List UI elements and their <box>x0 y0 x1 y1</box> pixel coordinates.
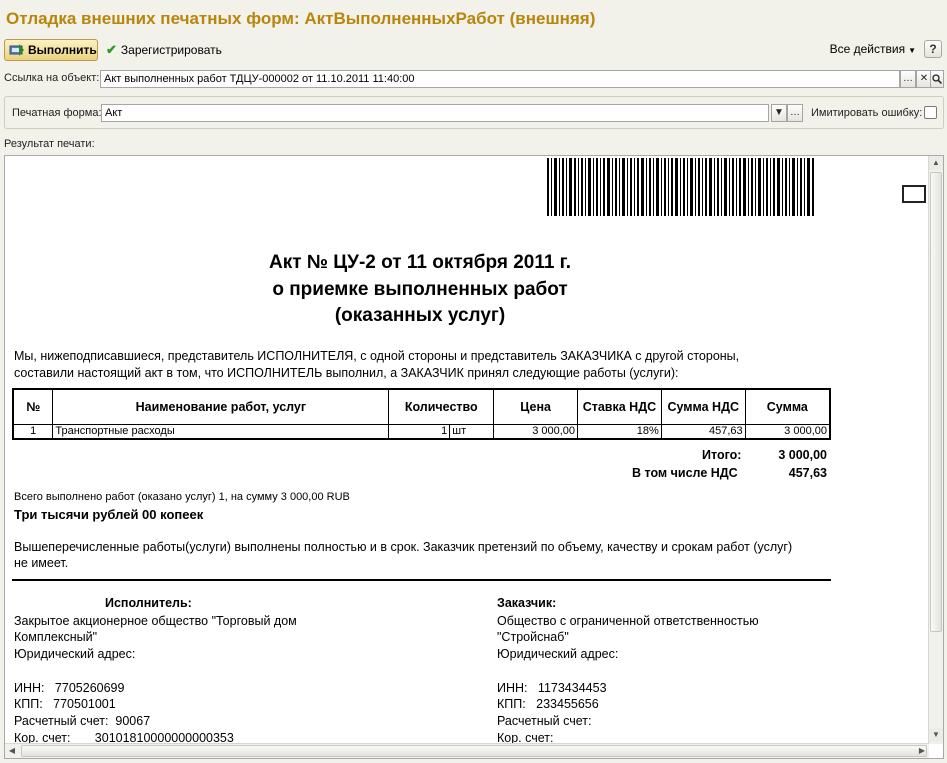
statement-text-2: не имеет. <box>14 556 69 570</box>
document-subtitle: о приемке выполненных работ <box>272 279 568 300</box>
barcode-image <box>547 158 814 216</box>
intro-text-1: Мы, нижеподписавшиеся, представитель ИСП… <box>14 349 740 363</box>
print-result-spreadsheet[interactable]: Акт № ЦУ-2 от 11 октября 2011 г. о прием… <box>4 155 944 759</box>
executor-account: Расчетный счет: 90067 <box>14 714 151 728</box>
register-label: Зарегистрировать <box>120 43 222 57</box>
all-actions-menu[interactable]: Все действия ▼ <box>830 42 916 56</box>
executor-kpp: КПП: 770501001 <box>14 697 116 711</box>
column-header: Ставка НДС <box>577 388 662 425</box>
row-sum: 3 000,00 <box>744 423 831 440</box>
vat-value: 457,63 <box>788 466 827 480</box>
executor-inn: ИНН: 7705260699 <box>14 681 125 695</box>
toolbar: Выполнить ✔ Зарегистрировать Все действи… <box>4 39 944 61</box>
all-actions-label: Все действия <box>829 42 906 56</box>
execute-button[interactable]: Выполнить <box>4 39 98 61</box>
total-value: 3 000,00 <box>778 448 827 462</box>
horizontal-scroll-thumb[interactable] <box>21 745 927 757</box>
customer-inn: ИНН: 1173434453 <box>497 681 607 695</box>
object-link-row: Ссылка на объект: Акт выполненных работ … <box>4 70 944 88</box>
customer-kpp: КПП: 233455656 <box>497 697 599 711</box>
scroll-left-icon[interactable]: ◀ <box>5 744 19 758</box>
row-number: 1 <box>12 423 54 440</box>
column-header: Количество <box>388 388 495 425</box>
vertical-scrollbar[interactable]: ▲ ▼ <box>928 156 943 744</box>
divider <box>12 579 831 581</box>
customer-account: Расчетный счет: <box>497 714 592 728</box>
checkmark-icon: ✔ <box>106 42 117 57</box>
horizontal-scrollbar[interactable]: ◀ ▶ <box>5 743 929 758</box>
window-title: Отладка внешних печатных форм: АктВыполн… <box>6 9 596 28</box>
selected-cell[interactable] <box>902 185 926 203</box>
customer-heading: Заказчик: <box>497 596 557 610</box>
printed-document: Акт № ЦУ-2 от 11 октября 2011 г. о прием… <box>5 156 929 744</box>
print-form-label: Печатная форма: <box>12 107 102 119</box>
column-header: Цена <box>493 388 579 425</box>
vat-label: В том числе НДС <box>632 466 738 480</box>
select-button[interactable]: … <box>900 70 916 88</box>
register-button[interactable]: ✔ Зарегистрировать <box>106 42 222 58</box>
executor-address: Юридический адрес: <box>14 647 136 661</box>
row-unit: шт <box>449 423 495 440</box>
intro-text-2: составили настоящий акт в том, что ИСПОЛ… <box>14 366 679 380</box>
object-link-field[interactable]: Акт выполненных работ ТДЦУ-000002 от 11.… <box>100 70 900 88</box>
help-button[interactable]: ? <box>924 40 942 58</box>
summary-text: Всего выполнено работ (оказано услуг) 1,… <box>14 491 350 503</box>
print-form-group: Печатная форма: Акт ▼ … Имитировать ошиб… <box>4 96 944 129</box>
total-label: Итого: <box>702 448 742 462</box>
works-table: № Наименование работ, услуг Количество Ц… <box>12 388 831 440</box>
customer-address: Юридический адрес: <box>497 647 619 661</box>
executor-heading: Исполнитель: <box>105 596 192 610</box>
row-quantity: 1 <box>388 423 451 440</box>
document-title: Акт № ЦУ-2 от 11 октября 2011 г. <box>269 252 571 273</box>
simulate-error-label: Имитировать ошибку: <box>811 107 923 119</box>
scroll-up-icon[interactable]: ▲ <box>929 156 943 170</box>
column-header: Сумма НДС <box>660 388 746 425</box>
dropdown-arrow-icon[interactable]: ▼ <box>771 104 787 122</box>
search-icon[interactable] <box>930 70 944 88</box>
row-price: 3 000,00 <box>493 423 579 440</box>
statement-text-1: Вышеперечисленные работы(услуги) выполне… <box>14 540 793 554</box>
customer-name-2: "Стройснаб" <box>497 630 569 644</box>
print-form-select[interactable]: Акт <box>101 104 769 122</box>
execute-label: Выполнить <box>28 43 97 57</box>
customer-name-1: Общество с ограниченной ответственностью <box>497 614 759 628</box>
scroll-down-icon[interactable]: ▼ <box>929 728 943 742</box>
open-form-button[interactable]: … <box>787 104 803 122</box>
row-vat-sum: 457,63 <box>660 423 746 440</box>
amount-in-words: Три тысячи рублей 00 копеек <box>14 507 204 522</box>
object-link-label: Ссылка на объект: <box>4 72 100 84</box>
row-vat-rate: 18% <box>577 423 662 440</box>
column-header: Наименование работ, услуг <box>52 388 390 425</box>
caret-down-icon: ▼ <box>908 46 916 55</box>
table-row: 1 Транспортные расходы 1 шт 3 000,00 18%… <box>12 423 831 440</box>
run-icon <box>9 43 25 57</box>
vertical-scroll-thumb[interactable] <box>930 172 942 632</box>
simulate-error-checkbox[interactable] <box>924 106 937 119</box>
column-header: № <box>12 388 54 425</box>
executor-name-1: Закрытое акционерное общество "Торговый … <box>14 614 297 628</box>
table-header-row: № Наименование работ, услуг Количество Ц… <box>12 388 831 425</box>
column-header: Сумма <box>744 388 831 425</box>
document-subtitle-2: (оказанных услуг) <box>334 305 506 326</box>
result-label: Результат печати: <box>4 138 95 150</box>
row-name: Транспортные расходы <box>52 423 390 440</box>
executor-name-2: Комплексный" <box>14 630 98 644</box>
scroll-right-icon[interactable]: ▶ <box>915 744 929 758</box>
